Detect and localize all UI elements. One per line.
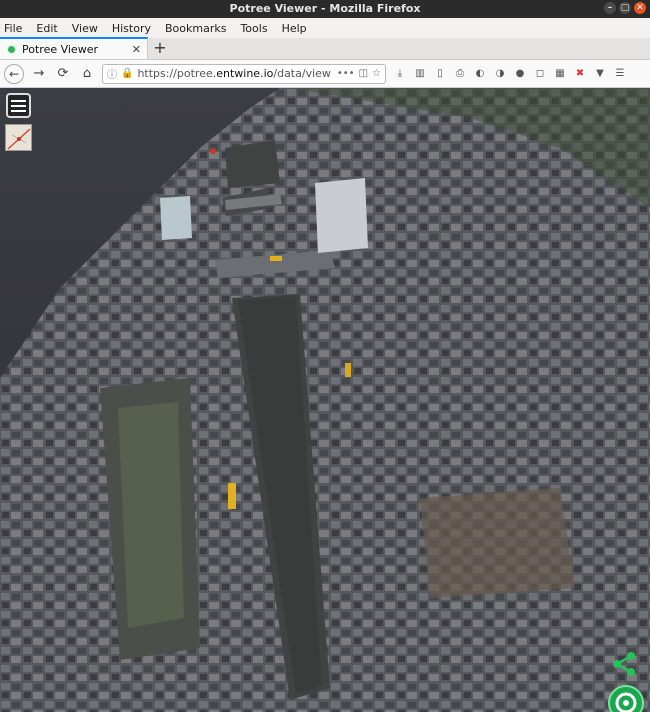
share-icon[interactable] (611, 651, 637, 677)
account-icon[interactable]: ● (514, 68, 526, 80)
home-button[interactable]: ⌂ (78, 65, 96, 83)
forward-button[interactable]: → (30, 65, 48, 83)
new-tab-button[interactable]: + (148, 37, 172, 59)
sidebar-icon[interactable]: ▯ (434, 68, 446, 80)
tab-strip: Potree Viewer ✕ + (0, 37, 650, 60)
maximize-button[interactable]: □ (619, 2, 631, 14)
addon-icon[interactable]: ◑ (494, 68, 506, 80)
menu-edit[interactable]: Edit (36, 22, 57, 35)
addon-icon[interactable]: ✖ (574, 68, 586, 80)
download-icon[interactable]: ⤓ (394, 68, 406, 80)
potree-logo-icon[interactable] (608, 685, 644, 712)
reload-button[interactable]: ⟳ (54, 65, 72, 83)
bookmark-star-icon[interactable]: ☆ (372, 68, 381, 79)
minimize-button[interactable]: – (604, 2, 616, 14)
menu-file[interactable]: File (4, 22, 22, 35)
pocket-icon[interactable]: ◫ (359, 68, 368, 79)
addon-icon[interactable]: ◻ (534, 68, 546, 80)
menu-help[interactable]: Help (282, 22, 307, 35)
library-icon[interactable]: ▥ (414, 68, 426, 80)
back-button[interactable]: ← (4, 63, 24, 84)
map-thumbnail[interactable] (5, 124, 32, 151)
addon-icon[interactable]: ◐ (474, 68, 486, 80)
tab-title: Potree Viewer (22, 42, 98, 56)
lock-icon: 🔒 (121, 68, 134, 79)
point-cloud-viewer[interactable] (0, 88, 650, 712)
menubar: File Edit View History Bookmarks Tools H… (0, 18, 650, 38)
window-titlebar: Potree Viewer - Mozilla Firefox – □ ✕ (0, 0, 650, 18)
tab-potree-viewer[interactable]: Potree Viewer ✕ (0, 37, 148, 59)
url-text: https://potree.entwine.io/data/view (137, 67, 331, 80)
potree-favicon-icon (6, 43, 17, 55)
addon-icon[interactable]: ▦ (554, 68, 566, 80)
page-actions-button[interactable]: ••• (337, 68, 355, 79)
close-window-button[interactable]: ✕ (634, 2, 646, 14)
menu-history[interactable]: History (112, 22, 151, 35)
menu-icon[interactable]: ☰ (614, 68, 626, 80)
menu-bookmarks[interactable]: Bookmarks (165, 22, 226, 35)
point-cloud-scene (0, 88, 650, 712)
url-bar[interactable]: ⓘ 🔒 https://potree.entwine.io/data/view … (102, 63, 386, 84)
window-title: Potree Viewer - Mozilla Firefox (229, 2, 421, 15)
menu-tools[interactable]: Tools (240, 22, 267, 35)
site-info-icon[interactable]: ⓘ (107, 66, 117, 81)
addon-icon[interactable]: ▼ (594, 68, 606, 80)
tab-close-button[interactable]: ✕ (132, 43, 141, 56)
print-icon[interactable]: ⎙ (454, 68, 466, 80)
sidebar-menu-button[interactable] (6, 93, 31, 118)
menu-view[interactable]: View (72, 22, 98, 35)
navigation-toolbar: ← → ⟳ ⌂ ⓘ 🔒 https://potree.entwine.io/da… (0, 60, 650, 88)
